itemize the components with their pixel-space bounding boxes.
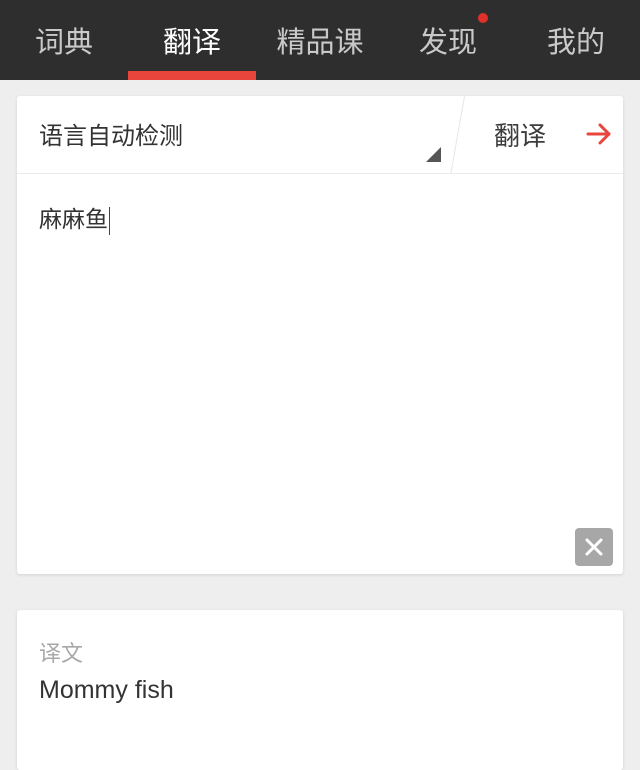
- result-card: 译文 Mommy fish: [17, 610, 623, 770]
- tab-label: 词典: [34, 25, 93, 59]
- active-tab-indicator: [128, 71, 256, 80]
- tab-label: 精品课: [276, 25, 364, 59]
- translate-button[interactable]: 翻译: [477, 96, 623, 173]
- tab-label: 发现: [418, 25, 477, 59]
- tab-label: 翻译: [162, 25, 221, 59]
- tab-discover[interactable]: 发现: [384, 0, 512, 80]
- tab-dictionary[interactable]: 词典: [0, 0, 128, 80]
- result-text: Mommy fish: [39, 676, 174, 704]
- result-label: 译文: [39, 642, 84, 667]
- tab-me[interactable]: 我的: [512, 0, 640, 80]
- text-caret: [109, 206, 110, 235]
- notification-dot-icon: [478, 13, 488, 23]
- top-navigation: 词典 翻译 精品课 发现 我的: [0, 0, 640, 80]
- arrow-right-icon: [586, 123, 611, 145]
- language-select[interactable]: 语言自动检测: [17, 96, 462, 173]
- close-icon: [585, 538, 603, 556]
- source-text-value: 麻麻鱼: [39, 207, 108, 233]
- source-text-input[interactable]: 麻麻鱼: [39, 200, 110, 235]
- tab-translate[interactable]: 翻译: [128, 0, 256, 80]
- tab-courses[interactable]: 精品课: [256, 0, 384, 80]
- clear-button[interactable]: [575, 528, 613, 566]
- dropdown-triangle-icon: [426, 147, 441, 162]
- tab-label: 我的: [546, 25, 605, 59]
- translate-button-label: 翻译: [494, 122, 547, 152]
- language-select-label: 语言自动检测: [39, 122, 183, 150]
- input-card-header: 语言自动检测 翻译: [17, 96, 623, 174]
- input-card: 语言自动检测 翻译 麻麻鱼: [17, 96, 623, 574]
